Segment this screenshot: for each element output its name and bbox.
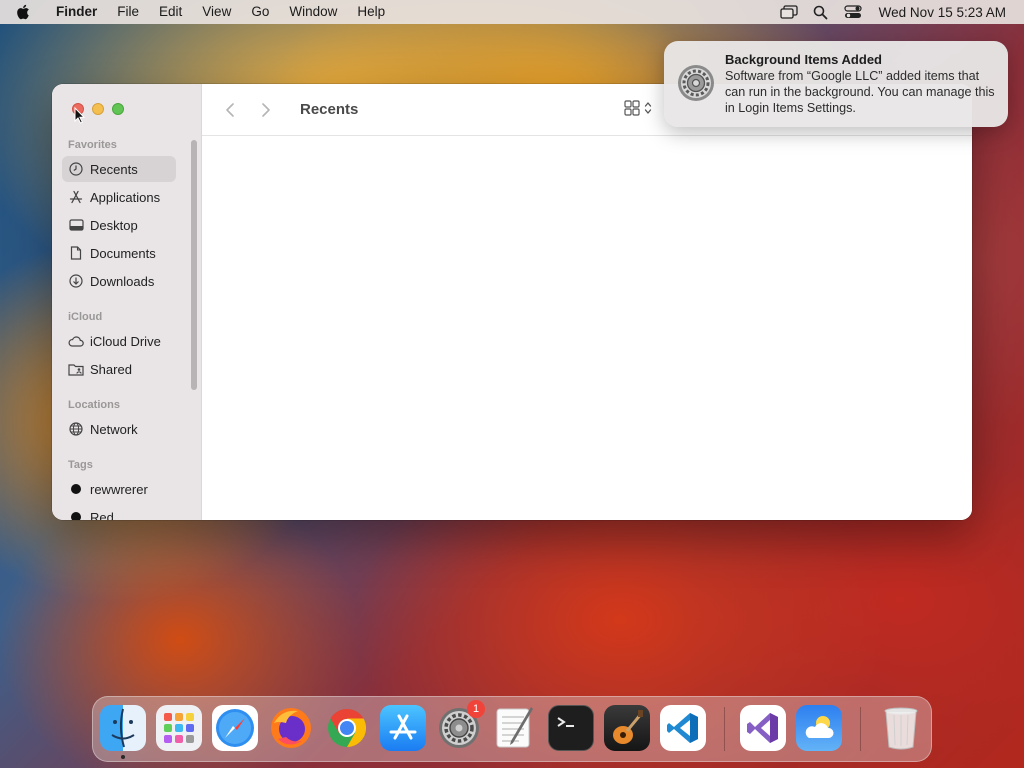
- sidebar-item-label: Downloads: [90, 273, 155, 289]
- download-icon: [62, 274, 90, 288]
- minimize-window-button[interactable]: [92, 103, 104, 115]
- dock: 1: [92, 696, 932, 762]
- window-title: Recents: [300, 101, 359, 118]
- sidebar-item-label: Red: [90, 509, 114, 521]
- control-center-icon[interactable]: [837, 5, 869, 19]
- sidebar-item-tag-rewwrerer[interactable]: rewwrerer: [62, 476, 176, 502]
- chevron-updown-icon: [644, 102, 652, 114]
- vscode-icon: [667, 713, 698, 743]
- forward-button[interactable]: [248, 102, 284, 118]
- sidebar-item-tag-red[interactable]: Red: [62, 504, 176, 520]
- spotlight-search-icon[interactable]: [805, 5, 837, 20]
- menubar-clock[interactable]: Wed Nov 15 5:23 AM: [879, 5, 1006, 20]
- tag-dot-icon: [71, 484, 81, 494]
- dock-app-safari[interactable]: [212, 705, 258, 751]
- chevron-right-icon: [262, 102, 270, 117]
- textedit-icon: [496, 707, 533, 748]
- sidebar-item-icloud-drive[interactable]: iCloud Drive: [62, 328, 176, 354]
- finder-content-area[interactable]: [202, 136, 972, 520]
- dock-separator: [724, 707, 725, 751]
- dock-app-firefox[interactable]: [268, 705, 314, 751]
- sidebar-section-tags: Tags: [68, 459, 93, 471]
- visual-studio-icon: [747, 713, 778, 743]
- menu-bar: Finder File Edit View Go Window Help Wed…: [0, 0, 1024, 24]
- sidebar-item-downloads[interactable]: Downloads: [62, 268, 176, 294]
- sidebar-item-label: Recents: [90, 161, 138, 177]
- notification-body: Software from “Google LLC” added items t…: [725, 69, 995, 115]
- mouse-pointer-icon: [74, 107, 85, 124]
- menu-app-finder[interactable]: Finder: [46, 0, 107, 24]
- menu-edit[interactable]: Edit: [149, 0, 192, 24]
- screen-mirroring-icon[interactable]: [773, 5, 805, 19]
- sidebar-item-label: Network: [90, 421, 138, 437]
- sidebar-item-documents[interactable]: Documents: [62, 240, 176, 266]
- zoom-window-button[interactable]: [112, 103, 124, 115]
- sidebar-item-label: Applications: [90, 189, 161, 205]
- terminal-prompt-icon: [557, 717, 574, 727]
- sidebar-item-applications[interactable]: Applications: [62, 184, 176, 210]
- dock-app-trash[interactable]: [878, 705, 924, 751]
- globe-icon: [62, 422, 90, 436]
- menu-file[interactable]: File: [107, 0, 149, 24]
- apple-menu-icon[interactable]: [0, 4, 46, 20]
- compass-icon: [216, 709, 254, 747]
- sidebar-item-label: rewwrerer: [90, 481, 148, 497]
- dock-app-visual-studio[interactable]: [740, 705, 786, 751]
- system-settings-gear-icon: [676, 63, 716, 108]
- dock-app-vscode[interactable]: [660, 705, 706, 751]
- dock-app-finder[interactable]: [100, 705, 146, 751]
- firefox-icon: [271, 708, 311, 748]
- finder-face-icon: [111, 708, 135, 748]
- menu-window[interactable]: Window: [279, 0, 347, 24]
- sidebar-scrollbar[interactable]: [191, 140, 197, 390]
- sidebar-section-favorites: Favorites: [68, 139, 117, 151]
- grid-view-icon: [624, 100, 640, 116]
- dock-app-launchpad[interactable]: [156, 705, 202, 751]
- tag-dot-icon: [71, 512, 81, 520]
- dock-app-chrome[interactable]: [324, 705, 370, 751]
- menu-view[interactable]: View: [192, 0, 241, 24]
- dock-app-weather[interactable]: [796, 705, 842, 751]
- dock-separator: [860, 707, 861, 751]
- applications-icon: [62, 190, 90, 204]
- background-items-notification[interactable]: Background Items Added Software from “Go…: [664, 41, 1008, 127]
- menu-go[interactable]: Go: [241, 0, 279, 24]
- desktop-icon: [62, 219, 90, 231]
- sidebar-item-recents[interactable]: Recents: [62, 156, 176, 182]
- app-store-icon: [389, 714, 417, 740]
- menu-help[interactable]: Help: [347, 0, 395, 24]
- chevron-left-icon: [226, 102, 234, 117]
- sidebar-section-locations: Locations: [68, 399, 120, 411]
- dock-app-garageband[interactable]: [604, 705, 650, 751]
- guitar-icon: [613, 710, 643, 744]
- weather-sun-cloud-icon: [805, 716, 834, 738]
- clock-icon: [62, 162, 90, 176]
- finder-sidebar: Favorites Recents Applications Desktop D…: [52, 84, 202, 520]
- sidebar-item-label: iCloud Drive: [90, 333, 161, 349]
- document-icon: [62, 246, 90, 260]
- sidebar-item-network[interactable]: Network: [62, 416, 176, 442]
- notification-title: Background Items Added: [725, 52, 882, 67]
- dock-app-app-store[interactable]: [380, 705, 426, 751]
- chrome-icon: [328, 708, 367, 748]
- cloud-icon: [62, 335, 90, 347]
- finder-running-indicator: [121, 755, 125, 759]
- trash-icon: [884, 707, 918, 750]
- dock-app-terminal[interactable]: [548, 705, 594, 751]
- view-options-button[interactable]: [624, 100, 652, 116]
- sidebar-item-shared[interactable]: Shared: [62, 356, 176, 382]
- shared-folder-icon: [62, 363, 90, 376]
- dock-app-textedit[interactable]: [492, 705, 538, 751]
- finder-window: Favorites Recents Applications Desktop D…: [52, 84, 972, 520]
- launchpad-grid-icon: [164, 713, 194, 743]
- sidebar-item-label: Shared: [90, 361, 132, 377]
- sidebar-item-label: Desktop: [90, 217, 138, 233]
- sidebar-item-desktop[interactable]: Desktop: [62, 212, 176, 238]
- sidebar-section-icloud: iCloud: [68, 311, 103, 323]
- notification-badge: 1: [467, 700, 485, 718]
- back-button[interactable]: [212, 102, 248, 118]
- sidebar-item-label: Documents: [90, 245, 156, 261]
